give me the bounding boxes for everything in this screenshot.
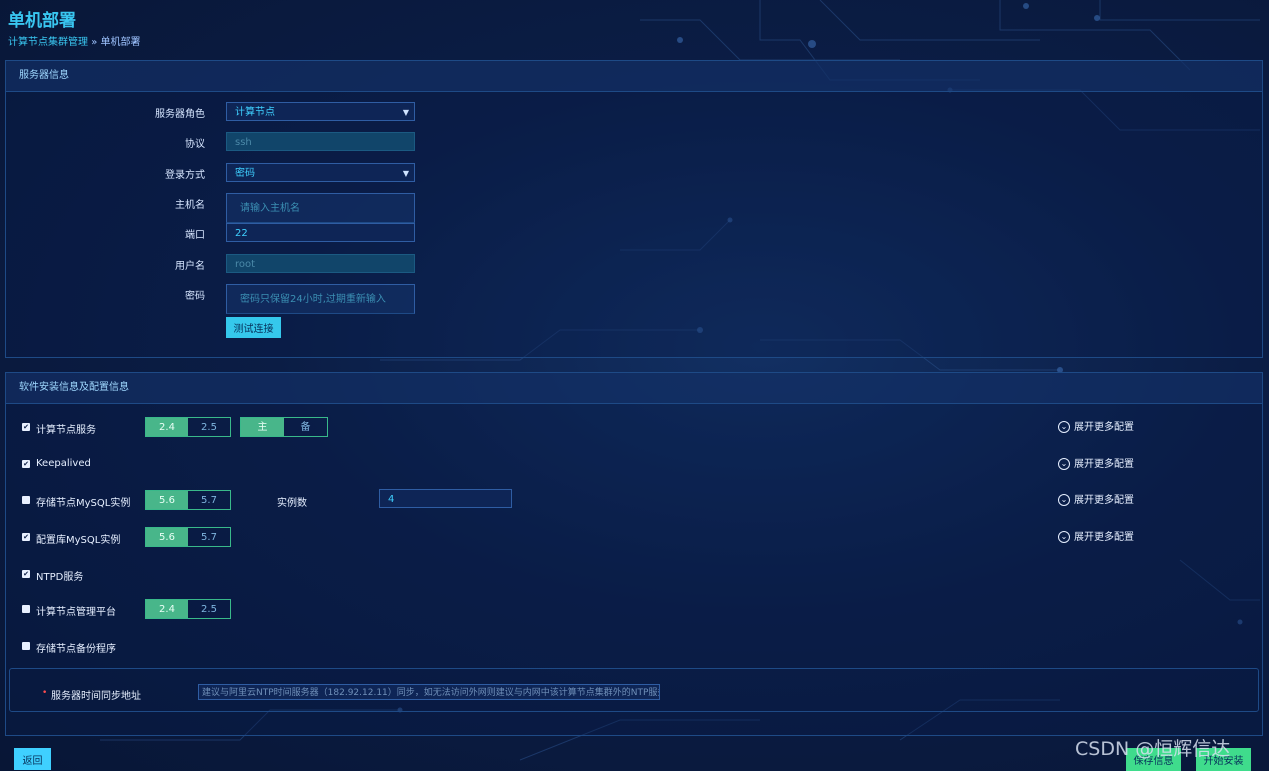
version-option[interactable]: 2.5: [188, 600, 230, 618]
login-method-select[interactable]: 密码 ▼: [226, 163, 415, 182]
protocol-field: ssh: [226, 132, 415, 151]
version-option[interactable]: 5.6: [146, 491, 188, 509]
config-mysql-label: 配置库MySQL实例: [36, 535, 121, 546]
server-role-label: 服务器角色: [155, 109, 205, 120]
test-connection-button[interactable]: 测试连接: [226, 317, 281, 338]
checkbox-config-mysql[interactable]: ✔: [22, 533, 30, 541]
ntp-config-box: • 服务器时间同步地址 建议与阿里云NTP时间服务器（182.92.12.11）…: [9, 668, 1259, 712]
checkbox-storage-mysql[interactable]: [22, 496, 30, 504]
software-config-panel: 软件安装信息及配置信息 ✔ 计算节点服务 2.4 2.5 主 备 ⌄ 展开更多配置…: [5, 372, 1263, 736]
chevron-down-icon: ▼: [402, 169, 409, 178]
username-label: 用户名: [175, 261, 205, 272]
storage-mysql-version-toggle: 5.6 5.7: [145, 490, 231, 510]
breadcrumb: 计算节点集群管理 » 单机部署: [8, 33, 141, 48]
role-option[interactable]: 主: [241, 418, 284, 436]
ntp-address-label: 服务器时间同步地址: [51, 691, 141, 702]
instance-count-label: 实例数: [277, 498, 307, 509]
chevron-down-circle-icon: ⌄: [1058, 531, 1070, 543]
role-option[interactable]: 备: [284, 418, 327, 436]
login-method-label: 登录方式: [165, 170, 205, 181]
management-platform-label: 计算节点管理平台: [36, 607, 116, 618]
breadcrumb-current: 单机部署: [100, 37, 141, 48]
management-platform-version-toggle: 2.4 2.5: [145, 599, 231, 619]
version-option[interactable]: 2.4: [146, 418, 188, 436]
protocol-label: 协议: [185, 139, 205, 150]
hostname-label: 主机名: [175, 200, 205, 211]
software-row-backup-program: 存储节点备份程序: [6, 636, 606, 658]
server-info-panel: 服务器信息 服务器角色 计算节点 ▼ 协议 ssh 登录方式 密码 ▼ 主机名 …: [5, 60, 1263, 358]
config-mysql-version-toggle: 5.6 5.7: [145, 527, 231, 547]
login-method-value: 密码: [235, 168, 255, 179]
expand-more-config-link[interactable]: ⌄ 展开更多配置: [1058, 418, 1134, 433]
chevron-down-circle-icon: ⌄: [1058, 458, 1070, 470]
backup-program-label: 存储节点备份程序: [36, 644, 116, 655]
password-label: 密码: [185, 291, 205, 302]
server-info-panel-title: 服务器信息: [6, 61, 1262, 92]
checkbox-management-platform[interactable]: [22, 605, 30, 613]
page-title: 单机部署: [8, 11, 76, 31]
ntp-address-input[interactable]: 建议与阿里云NTP时间服务器（182.92.12.11）同步，如无法访问外网则建…: [198, 684, 660, 700]
hostname-input[interactable]: 请输入主机名: [226, 193, 415, 223]
compute-node-version-toggle: 2.4 2.5: [145, 417, 231, 437]
checkbox-compute-node[interactable]: ✔: [22, 423, 30, 431]
expand-more-config-link[interactable]: ⌄ 展开更多配置: [1058, 528, 1134, 543]
chevron-down-icon: ▼: [402, 108, 409, 117]
port-label: 端口: [185, 230, 205, 241]
server-role-select[interactable]: 计算节点 ▼: [226, 102, 415, 121]
expand-more-config-link[interactable]: ⌄ 展开更多配置: [1058, 491, 1134, 506]
expand-label: 展开更多配置: [1074, 459, 1134, 470]
server-role-value: 计算节点: [235, 107, 275, 118]
expand-more-config-link[interactable]: ⌄ 展开更多配置: [1058, 455, 1134, 470]
expand-label: 展开更多配置: [1074, 422, 1134, 433]
username-field: root: [226, 254, 415, 273]
compute-node-role-toggle: 主 备: [240, 417, 328, 437]
version-option[interactable]: 2.5: [188, 418, 230, 436]
software-row-ntpd: ✔ NTPD服务: [6, 564, 606, 586]
keepalived-label: Keepalived: [36, 458, 91, 469]
breadcrumb-parent-link[interactable]: 计算节点集群管理: [8, 37, 88, 48]
port-input[interactable]: 22: [226, 223, 415, 242]
chevron-down-circle-icon: ⌄: [1058, 421, 1070, 433]
storage-mysql-label: 存储节点MySQL实例: [36, 498, 131, 509]
watermark: CSDN @恒辉信达: [1075, 738, 1231, 760]
checkbox-backup-program[interactable]: [22, 642, 30, 650]
software-row-storage-mysql: 存储节点MySQL实例 5.6 5.7 实例数 4 ⌄ 展开更多配置: [6, 489, 1256, 512]
version-option[interactable]: 5.6: [146, 528, 188, 546]
version-option[interactable]: 5.7: [188, 491, 230, 509]
version-option[interactable]: 2.4: [146, 600, 188, 618]
software-row-keepalived: ✔ Keepalived ⌄ 展开更多配置: [6, 454, 1256, 476]
software-row-compute-node: ✔ 计算节点服务 2.4 2.5 主 备 ⌄ 展开更多配置: [6, 417, 1256, 439]
password-input[interactable]: 密码只保留24小时,过期重新输入: [226, 284, 415, 314]
software-row-config-mysql: ✔ 配置库MySQL实例 5.6 5.7 ⌄ 展开更多配置: [6, 527, 1256, 549]
chevron-down-circle-icon: ⌄: [1058, 494, 1070, 506]
software-config-panel-title: 软件安装信息及配置信息: [6, 373, 1262, 404]
expand-label: 展开更多配置: [1074, 495, 1134, 506]
expand-label: 展开更多配置: [1074, 532, 1134, 543]
instance-count-input[interactable]: 4: [379, 489, 512, 508]
version-option[interactable]: 5.7: [188, 528, 230, 546]
software-row-management-platform: 计算节点管理平台 2.4 2.5: [6, 599, 606, 621]
compute-node-label: 计算节点服务: [36, 425, 96, 436]
checkbox-ntpd[interactable]: ✔: [22, 570, 30, 578]
checkbox-keepalived[interactable]: ✔: [22, 460, 30, 468]
breadcrumb-separator: »: [91, 37, 98, 48]
back-button[interactable]: 返回: [14, 748, 51, 770]
ntpd-label: NTPD服务: [36, 572, 84, 583]
required-mark: •: [42, 688, 48, 698]
